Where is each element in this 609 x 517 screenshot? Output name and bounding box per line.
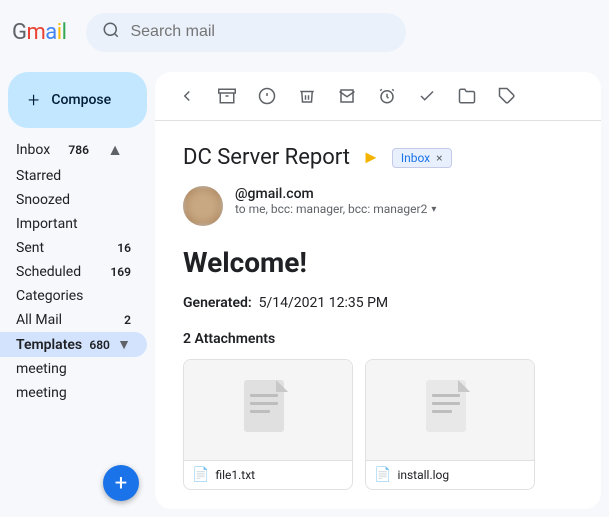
new-label-button[interactable]: + — [103, 465, 139, 501]
attachment-footer-1: 📄 file1.txt — [184, 460, 352, 489]
sidebar-item-all[interactable]: All Mail 2 — [0, 308, 147, 332]
compose-button[interactable]: + Compose — [8, 72, 147, 128]
attachment-file-type-icon-2: 📄 — [374, 467, 391, 483]
attachment-preview-1 — [184, 360, 352, 460]
new-label-area: + — [0, 457, 155, 509]
file-doc-icon-1 — [240, 378, 296, 442]
sidebar-item-sent[interactable]: Sent 16 — [0, 236, 147, 260]
sidebar-inbox-label: Inbox — [16, 142, 50, 158]
avatar-image — [183, 186, 223, 226]
gmail-logo: Gmail — [12, 20, 66, 45]
sidebar-item-starred[interactable]: Starred — [0, 164, 147, 188]
sidebar-item-templates[interactable]: Templates 680 ▼ — [0, 332, 147, 357]
attachment-card-2[interactable]: 📄 install.log — [365, 359, 535, 490]
move-button[interactable] — [451, 80, 483, 112]
done-button[interactable] — [411, 80, 443, 112]
attachments-section: 2 Attachments — [183, 331, 573, 490]
sidebar-all-count: 2 — [124, 313, 131, 327]
chevron-down-icon[interactable]: ▾ — [431, 204, 436, 215]
scroll-up-icon[interactable]: ▲ — [107, 140, 131, 160]
main-container: + Compose Inbox 786 ▲ Starred Snoozed Im… — [0, 64, 609, 517]
sidebar-templates-count: 680 — [89, 338, 110, 352]
inbox-badge-label: Inbox — [401, 151, 430, 165]
label-arrow-icon: ► — [362, 147, 380, 168]
sidebar-items-list: Inbox 786 ▲ Starred Snoozed Important Se… — [0, 136, 155, 457]
header: Gmail — [0, 0, 609, 64]
sender-to: to me, bcc: manager, bcc: manager2 ▾ — [235, 202, 573, 216]
archive-button[interactable] — [211, 80, 243, 112]
sidebar-scheduled-label: Scheduled — [16, 264, 81, 280]
sidebar-sent-label: Sent — [16, 240, 44, 256]
email-sender-row: @gmail.com to me, bcc: manager, bcc: man… — [183, 186, 573, 226]
mark-button[interactable] — [331, 80, 363, 112]
inbox-badge-close[interactable]: × — [436, 151, 442, 165]
generated-label: Generated: — [183, 295, 252, 311]
search-bar[interactable] — [86, 13, 406, 52]
sidebar-item-meeting1[interactable]: meeting — [0, 357, 147, 381]
sidebar-item-snoozed[interactable]: Snoozed — [0, 188, 147, 212]
back-button[interactable] — [171, 80, 203, 112]
email-generated: Generated: 5/14/2021 12:35 PM — [183, 295, 573, 311]
search-input[interactable] — [130, 23, 390, 41]
attachment-footer-2: 📄 install.log — [366, 460, 534, 489]
sidebar-meeting2-label: meeting — [16, 385, 67, 401]
attachment-file-type-icon-1: 📄 — [192, 467, 209, 483]
sender-email: @gmail.com — [235, 186, 573, 202]
attachments-title: 2 Attachments — [183, 331, 573, 347]
sender-to-text: to me, bcc: manager, bcc: manager2 — [235, 202, 427, 216]
sidebar-scheduled-count: 169 — [110, 265, 131, 279]
attachment-filename-2: install.log — [397, 468, 449, 482]
search-icon — [102, 21, 120, 44]
scroll-down-icon[interactable]: ▼ — [117, 336, 131, 353]
email-subject: DC Server Report — [183, 145, 350, 170]
report-button[interactable] — [251, 80, 283, 112]
file-doc-icon-2 — [422, 378, 478, 442]
sender-avatar — [183, 186, 223, 226]
sidebar: + Compose Inbox 786 ▲ Starred Snoozed Im… — [0, 64, 155, 517]
email-view: DC Server Report ► Inbox × @gmail.com to… — [155, 72, 601, 509]
email-content: DC Server Report ► Inbox × @gmail.com to… — [155, 121, 601, 509]
email-welcome-heading: Welcome! — [183, 246, 573, 279]
email-subject-row: DC Server Report ► Inbox × — [183, 145, 573, 170]
email-toolbar — [155, 72, 601, 121]
sidebar-item-important[interactable]: Important — [0, 212, 147, 236]
sidebar-item-inbox[interactable]: Inbox 786 ▲ — [0, 136, 147, 164]
sidebar-categories-label: Categories — [16, 288, 83, 304]
delete-button[interactable] — [291, 80, 323, 112]
inbox-badge: Inbox × — [392, 148, 452, 168]
snooze-button[interactable] — [371, 80, 403, 112]
generated-value: 5/14/2021 12:35 PM — [259, 295, 389, 311]
attachment-card-1[interactable]: 📄 file1.txt — [183, 359, 353, 490]
sidebar-templates-label: Templates — [16, 337, 82, 353]
attachment-filename-1: file1.txt — [215, 468, 255, 482]
compose-plus-icon: + — [28, 88, 39, 112]
attachment-preview-2 — [366, 360, 534, 460]
sidebar-important-label: Important — [16, 216, 78, 232]
sidebar-snoozed-label: Snoozed — [16, 192, 70, 208]
sidebar-sent-count: 16 — [117, 241, 131, 255]
label-button[interactable] — [491, 80, 523, 112]
attachments-grid: 📄 file1.txt — [183, 359, 573, 490]
sidebar-item-scheduled[interactable]: Scheduled 169 — [0, 260, 147, 284]
sidebar-meeting1-label: meeting — [16, 361, 67, 377]
email-body: Welcome! Generated: 5/14/2021 12:35 PM — [183, 246, 573, 311]
sidebar-item-meeting2[interactable]: meeting — [0, 381, 147, 405]
sidebar-all-label: All Mail — [16, 312, 62, 328]
sidebar-inbox-count: 786 — [68, 143, 89, 157]
sidebar-item-categories[interactable]: Categories — [0, 284, 147, 308]
compose-label: Compose — [51, 92, 111, 108]
sidebar-starred-label: Starred — [16, 168, 61, 184]
sender-info: @gmail.com to me, bcc: manager, bcc: man… — [235, 186, 573, 216]
